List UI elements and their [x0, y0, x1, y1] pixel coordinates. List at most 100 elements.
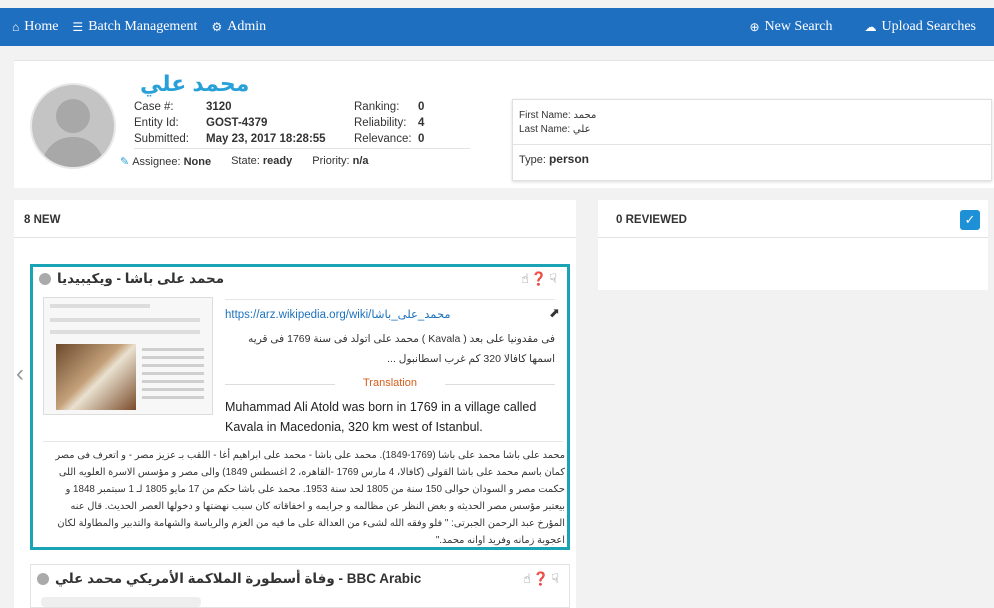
- result-card[interactable]: BBC Arabic - وفاة أسطورة الملاكمة الأمري…: [30, 564, 570, 608]
- gear-icon: ⚙: [211, 19, 223, 34]
- priority-value: n/a: [352, 155, 369, 167]
- last-name-label: Last Name:: [519, 124, 571, 135]
- type-value: person: [548, 152, 589, 166]
- checkbox-icon[interactable]: ✓: [960, 210, 980, 230]
- entity-meta-left: Case #: 3120 Entity Id: GOST-4379 Submitte…: [134, 99, 326, 147]
- thumbs-up-icon[interactable]: ☝: [523, 571, 533, 586]
- top-nav-bar: ⌂ Home ☰ Batch Management ⚙ Admin ⊕ New …: [0, 8, 994, 46]
- state-value: ready: [262, 155, 293, 167]
- chevron-left-icon[interactable]: ‹: [16, 360, 24, 388]
- new-count-header: 8 NEW: [14, 200, 576, 238]
- nav-admin[interactable]: ⚙ Admin: [211, 19, 266, 35]
- nav-admin-label: Admin: [227, 19, 267, 34]
- mouse-cursor-icon: ⬈: [549, 305, 560, 320]
- nav-home[interactable]: ⌂ Home: [12, 19, 58, 35]
- nav-upload-searches[interactable]: ☁ Upload Searches: [865, 19, 976, 35]
- result-title-text: محمد على باشا - ويكيبيديا: [57, 271, 225, 286]
- entity-id-value: GOST-4379: [206, 117, 268, 129]
- type-label: Type:: [519, 154, 546, 166]
- url-divider: [225, 299, 555, 300]
- result-title[interactable]: محمد على باشا - ويكيبيديا: [39, 271, 224, 287]
- assignee-value: None: [183, 156, 212, 168]
- thumb-text-line: [142, 372, 204, 375]
- pencil-icon: ✎: [120, 156, 130, 168]
- home-icon: ⌂: [12, 19, 20, 34]
- nav-new-search[interactable]: ⊕ New Search: [749, 19, 832, 35]
- avatar-body-shape: [42, 137, 104, 167]
- last-name-row: Last Name: علي: [519, 124, 591, 135]
- nav-batch-management[interactable]: ☰ Batch Management: [72, 19, 197, 35]
- reliability-value: 4: [418, 117, 425, 129]
- relevance-value: 0: [418, 133, 425, 145]
- reliability-label: Reliability:: [354, 117, 407, 129]
- first-name-label: First Name:: [519, 110, 571, 121]
- meta-divider: [134, 148, 470, 149]
- nav-home-label: Home: [24, 19, 59, 34]
- ranking-label: Ranking:: [354, 101, 400, 113]
- result-url-link[interactable]: https://arz.wikipedia.org/wiki/محمد_على_…: [225, 307, 451, 321]
- thumbs-up-icon[interactable]: ☝: [521, 271, 531, 286]
- cloud-upload-icon: ☁: [864, 19, 877, 34]
- priority-label: Priority:: [312, 155, 350, 167]
- page-thumbnail[interactable]: [41, 597, 201, 607]
- first-name-value: محمد: [573, 110, 597, 121]
- plus-circle-icon: ⊕: [749, 19, 760, 34]
- arabic-body-text: محمد على باشا محمد على باشا (1769-1849).…: [55, 450, 565, 546]
- entity-name-box: First Name: محمد Last Name: علي Type: pe…: [512, 99, 992, 181]
- thumb-bar: [50, 304, 150, 308]
- globe-icon: [37, 573, 49, 585]
- last-name-value: علي: [572, 124, 591, 135]
- reviewed-count-label: 0 REVIEWED: [616, 214, 687, 226]
- result-actions: ☝❓☟: [521, 271, 559, 287]
- nav-upload-label: Upload Searches: [881, 19, 976, 34]
- globe-icon: [39, 273, 51, 285]
- thumbnail-portrait-image: [56, 344, 136, 410]
- submitted-value: May 23, 2017 18:28:55: [206, 133, 326, 145]
- nav-new-search-label: New Search: [764, 19, 833, 34]
- thumbs-down-icon[interactable]: ☟: [549, 271, 559, 286]
- nav-batch-label: Batch Management: [88, 19, 198, 34]
- result-title-text: BBC Arabic - وفاة أسطورة الملاكمة الأمري…: [55, 571, 422, 586]
- entity-meta-right: Ranking: 0 Reliability: 4 Relevance: 0: [354, 99, 424, 147]
- reviewed-results-column: 0 REVIEWED ✓: [598, 200, 988, 290]
- question-icon[interactable]: ❓: [533, 571, 551, 586]
- avatar: [30, 83, 116, 169]
- thumb-bar: [50, 330, 200, 334]
- entity-profile-panel: محمد علي Case #: 3120 Entity Id: GOST-4379…: [14, 60, 994, 188]
- database-icon: ☰: [72, 19, 84, 34]
- entity-id-label: Entity Id:: [134, 117, 179, 129]
- thumb-text-line: [142, 388, 204, 391]
- english-translation: Muhammad Ali Atold was born in 1769 in a…: [225, 400, 537, 434]
- result-title[interactable]: BBC Arabic - وفاة أسطورة الملاكمة الأمري…: [37, 571, 421, 587]
- thumb-text-line: [142, 356, 204, 359]
- thumb-text-line: [142, 396, 204, 399]
- arabic-snippet: فى مقدونيا على بعد ( Kavala ) محمد على ا…: [248, 333, 555, 365]
- thumbs-down-icon[interactable]: ☟: [551, 571, 561, 586]
- assignee-field[interactable]: ✎ Assignee: None: [120, 155, 211, 168]
- page-thumbnail[interactable]: [43, 297, 213, 415]
- reviewed-count-header: 0 REVIEWED ✓: [598, 200, 988, 238]
- result-card-selected[interactable]: محمد على باشا - ويكيبيديا ☝❓☟ https://ar…: [30, 264, 570, 550]
- result-actions: ☝❓☟: [523, 571, 561, 587]
- question-icon[interactable]: ❓: [531, 271, 549, 286]
- submitted-label: Submitted:: [134, 133, 189, 145]
- case-value: 3120: [206, 101, 232, 113]
- case-label: Case #:: [134, 101, 174, 113]
- state-field: State: ready: [231, 155, 292, 168]
- thumb-text-line: [142, 380, 204, 383]
- assignee-label: Assignee:: [132, 156, 181, 168]
- state-label: State:: [231, 155, 260, 167]
- priority-field: Priority: n/a: [312, 155, 368, 168]
- thumb-text-line: [142, 348, 204, 351]
- entity-status-row: ✎ Assignee: None State: ready Priority: n…: [120, 155, 369, 168]
- thumb-bar: [50, 318, 200, 322]
- namebox-divider: [513, 144, 991, 145]
- relevance-label: Relevance:: [354, 133, 412, 145]
- ranking-value: 0: [418, 101, 425, 113]
- thumb-text-line: [142, 364, 204, 367]
- avatar-head-shape: [56, 99, 90, 133]
- translation-label: Translation: [225, 377, 555, 389]
- body-divider: [43, 441, 563, 442]
- first-name-row: First Name: محمد: [519, 110, 596, 121]
- entity-name: محمد علي: [140, 71, 250, 96]
